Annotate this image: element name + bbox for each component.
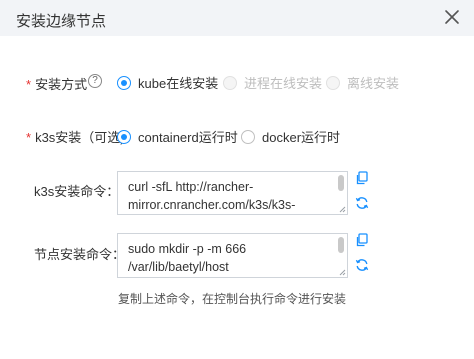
help-icon[interactable]: ?: [88, 74, 102, 88]
radio-dot: [241, 129, 255, 144]
radio-kube-online[interactable]: kube在线安装: [117, 73, 218, 92]
radio-label: 离线安装: [347, 76, 400, 91]
node-command-text: sudo mkdir -p -m 666 /var/lib/baetyl/hos…: [128, 242, 247, 274]
radio-docker[interactable]: docker运行时: [241, 127, 340, 146]
copy-icon[interactable]: [355, 171, 369, 185]
k3s-command-textarea[interactable]: curl -sfL http://rancher- mirror.cnranch…: [117, 171, 348, 215]
radio-label: containerd运行时: [138, 130, 238, 145]
node-command-label: 节点安装命令：: [34, 247, 126, 262]
radio-dot: [117, 75, 131, 90]
help-icon-glyph: ?: [92, 75, 98, 86]
node-command-textarea[interactable]: sudo mkdir -p -m 666 /var/lib/baetyl/hos…: [117, 233, 348, 278]
radio-dot: [117, 129, 131, 144]
dialog-title: 安装边缘节点: [16, 13, 107, 30]
radio-dot: [326, 75, 340, 90]
close-icon[interactable]: [440, 5, 464, 29]
refresh-icon[interactable]: [355, 196, 369, 210]
radio-label: docker运行时: [262, 130, 341, 145]
refresh-icon[interactable]: [355, 258, 369, 272]
k3s-command-label: k3s安装命令：: [34, 184, 120, 199]
k3s-command-text: curl -sfL http://rancher- mirror.cnranch…: [128, 180, 296, 212]
install-method-label: * 安装方式: [26, 74, 87, 93]
install-method-label-text: 安装方式: [35, 77, 88, 92]
radio-containerd[interactable]: containerd运行时: [117, 127, 238, 146]
radio-label: 进程在线安装: [244, 76, 323, 91]
radio-dot: [223, 75, 237, 90]
required-mark: *: [26, 130, 32, 145]
radio-offline[interactable]: 离线安装: [326, 73, 399, 92]
dialog-header: 安装边缘节点: [0, 0, 474, 36]
required-mark: *: [26, 77, 32, 92]
copy-icon[interactable]: [355, 233, 369, 247]
k3s-install-label-text: k3s安装（可选): [35, 130, 125, 145]
resize-handle-icon[interactable]: [338, 205, 346, 213]
scrollbar-thumb[interactable]: [338, 175, 344, 191]
resize-handle-icon[interactable]: [338, 268, 346, 276]
k3s-install-label: * k3s安装（可选): [26, 127, 125, 146]
scrollbar-thumb[interactable]: [338, 237, 344, 253]
radio-process-online[interactable]: 进程在线安装: [223, 73, 322, 92]
copy-hint-text: 复制上述命令，在控制台执行命令进行安装: [118, 292, 347, 306]
radio-label: kube在线安装: [138, 76, 219, 91]
